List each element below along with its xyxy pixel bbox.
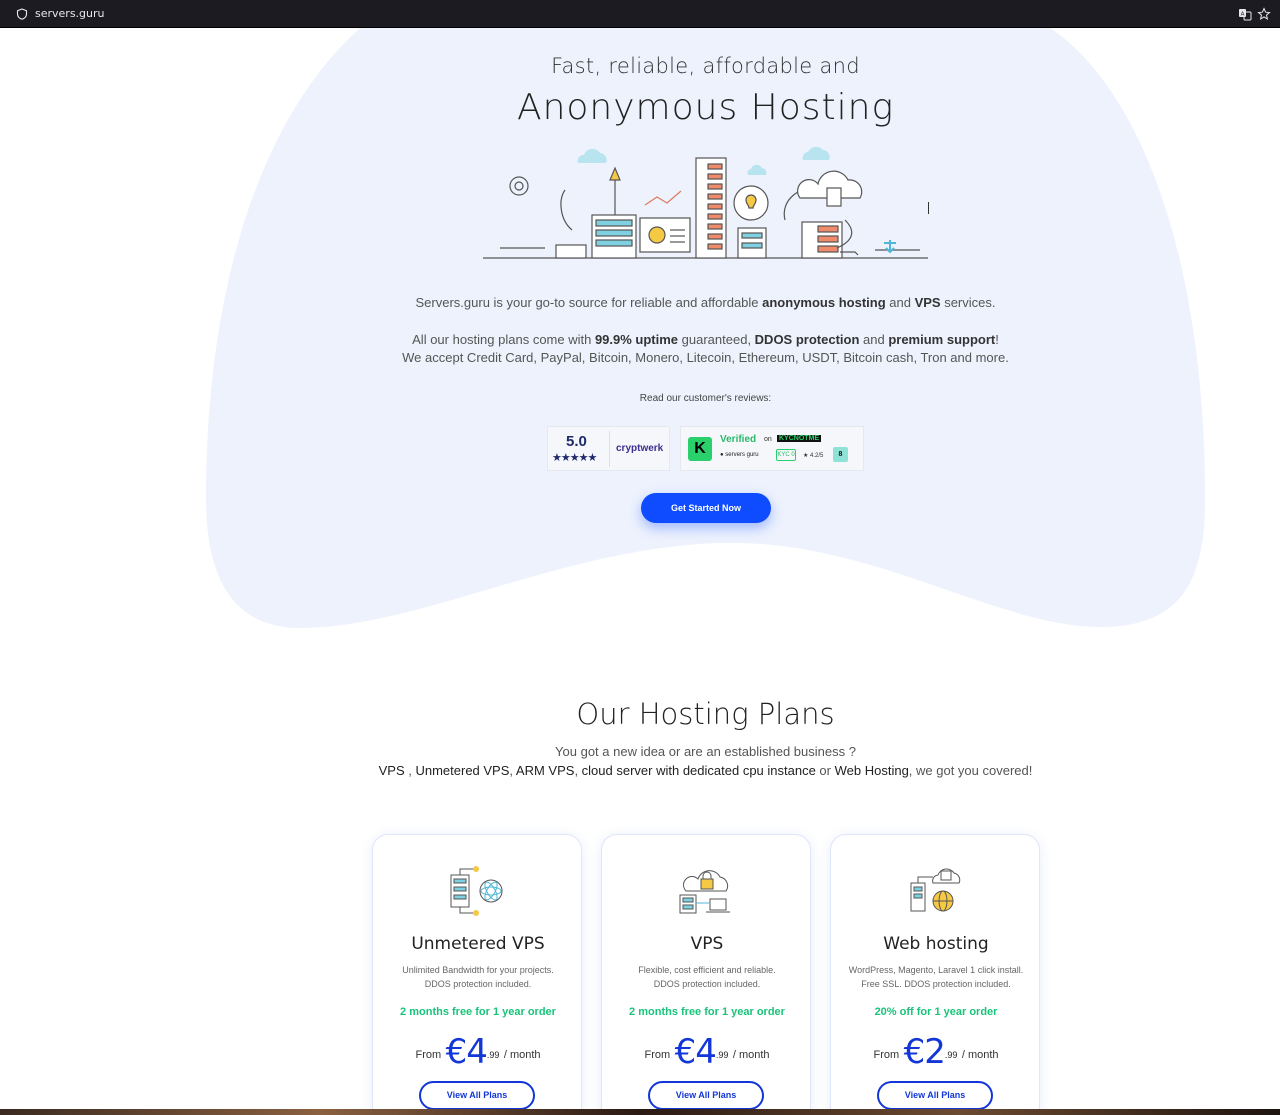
verified-label: Verified xyxy=(720,434,757,445)
features-text-part: and xyxy=(859,332,889,347)
plan-description-line: WordPress, Magento, Laravel 1 click inst… xyxy=(848,965,1024,975)
intro-text-part: services. xyxy=(940,295,996,310)
features-text-part: All our hosting plans come with xyxy=(412,332,595,347)
price-from-label: From xyxy=(644,1049,671,1061)
anonymous-hosting-link[interactable]: anonymous hosting xyxy=(762,295,886,310)
vps-link[interactable]: VPS xyxy=(915,295,941,310)
web-hosting-link[interactable]: Web Hosting xyxy=(835,763,909,778)
view-all-plans-button[interactable]: View All Plans xyxy=(648,1081,764,1110)
plan-card-web-hosting: Web hosting WordPress, Magento, Laravel … xyxy=(830,834,1040,1115)
server-atom-icon xyxy=(450,866,503,916)
uptime-highlight: 99.9% uptime xyxy=(594,332,679,347)
price-period: / month xyxy=(732,1049,770,1061)
plan-price: From €4.99 / month xyxy=(602,1032,812,1072)
bookmark-star-icon[interactable] xyxy=(1257,7,1271,21)
rating-stars-icon: ★★★★★ xyxy=(552,452,597,464)
features-text-part: guaranteed, xyxy=(678,332,755,347)
plans-subtitle: You got a new idea or are an established… xyxy=(555,744,856,759)
plan-card-unmetered-vps: Unmetered VPS Unlimited Bandwidth for yo… xyxy=(372,834,582,1115)
view-all-plans-button[interactable]: View All Plans xyxy=(877,1081,993,1110)
browser-toolbar: servers.guru A xyxy=(0,0,1280,28)
badge-divider xyxy=(609,431,610,467)
payment-methods-text: We accept Credit Card, PayPal, Bitcoin, … xyxy=(402,350,1009,365)
svg-text:A: A xyxy=(1241,11,1245,17)
ddos-highlight: DDOS protection xyxy=(754,332,860,347)
plans-title: Our Hosting Plans xyxy=(576,697,835,731)
on-label: on xyxy=(764,436,772,443)
plans-text-part: or xyxy=(815,763,835,778)
unmetered-vps-link[interactable]: Unmetered VPS xyxy=(415,763,509,778)
plan-card-vps: VPS Flexible, cost efficient and reliabl… xyxy=(601,834,811,1115)
reviews-label: Read our customer's reviews: xyxy=(639,393,772,404)
price-cents: .99 xyxy=(486,1050,500,1060)
support-highlight: premium support xyxy=(888,332,996,347)
price-period: / month xyxy=(503,1049,541,1061)
plan-description-line: Unlimited Bandwidth for your projects. xyxy=(402,965,554,975)
cryptwerk-logo: cryptwerk xyxy=(616,443,664,454)
plan-promo: 2 months free for 1 year order xyxy=(629,1006,785,1018)
plan-promo: 20% off for 1 year order xyxy=(874,1006,998,1018)
plan-name: Unmetered VPS xyxy=(411,934,545,954)
price-amount: €4 xyxy=(445,1032,488,1072)
globe-server-icon xyxy=(910,868,961,912)
plan-description: WordPress, Magento, Laravel 1 click inst… xyxy=(831,963,1041,991)
text-cursor xyxy=(928,202,929,214)
hero-intro-text: Servers.guru is your go-to source for re… xyxy=(0,295,1280,310)
arm-vps-link[interactable]: ARM VPS xyxy=(516,763,575,778)
hero-features-text: All our hosting plans come with 99.9% up… xyxy=(0,332,1280,347)
plans-links-text: VPS , Unmetered VPS, ARM VPS, cloud serv… xyxy=(0,763,1280,778)
plan-price: From €2.99 / month xyxy=(831,1032,1041,1072)
hero-subtitle: Fast, reliable, affordable and xyxy=(551,54,860,78)
plans-text-part: , we got you covered! xyxy=(908,763,1033,778)
site-name: ● servers guru xyxy=(720,452,759,458)
plans-text-part: , xyxy=(574,763,582,778)
shield-icon[interactable] xyxy=(16,8,28,20)
server-infrastructure-illustration xyxy=(483,146,928,259)
price-amount: €4 xyxy=(674,1032,717,1072)
cryptwerk-score: 5.0 xyxy=(566,433,587,450)
cloud-lock-icon xyxy=(679,870,730,914)
vps-plan-link[interactable]: VPS xyxy=(379,763,405,778)
price-cents: .99 xyxy=(715,1050,729,1060)
address-bar-url[interactable]: servers.guru xyxy=(35,7,105,20)
intro-text-part: Servers.guru is your go-to source for re… xyxy=(415,295,763,310)
hero-title: Anonymous Hosting xyxy=(516,87,895,128)
plan-description-line: Flexible, cost efficient and reliable. xyxy=(638,965,776,975)
plan-description: Flexible, cost efficient and reliable. D… xyxy=(602,963,812,991)
kycnotme-wordmark: KYCNOTME xyxy=(777,435,822,442)
kycnotme-logo-icon: K xyxy=(688,437,712,461)
price-from-label: From xyxy=(873,1049,900,1061)
intro-text-part: and xyxy=(885,295,915,310)
kycnotme-review-badge[interactable]: K Verified on KYCNOTME ● servers guru KY… xyxy=(680,426,864,471)
kyc-rating: ★ 4.2/5 xyxy=(803,453,824,459)
plan-name: VPS xyxy=(690,934,724,954)
plan-description-line: Free SSL. DDOS protection included. xyxy=(861,979,1011,989)
plan-name: Web hosting xyxy=(883,934,989,954)
translate-icon[interactable]: A xyxy=(1238,7,1252,21)
plan-description: Unlimited Bandwidth for your projects. D… xyxy=(373,963,583,991)
cryptwerk-review-badge[interactable]: 5.0 ★★★★★ cryptwerk xyxy=(547,426,670,471)
get-started-button[interactable]: Get Started Now xyxy=(641,493,771,523)
price-period: / month xyxy=(961,1049,999,1061)
price-cents: .99 xyxy=(944,1050,958,1060)
plan-price: From €4.99 / month xyxy=(373,1032,583,1072)
plans-text-part: , xyxy=(404,763,416,778)
view-all-plans-button[interactable]: View All Plans xyxy=(419,1081,535,1110)
price-from-label: From xyxy=(415,1049,442,1061)
plan-description-line: DDOS protection included. xyxy=(424,979,532,989)
plan-description-line: DDOS protection included. xyxy=(653,979,761,989)
dedicated-cpu-link[interactable]: cloud server with dedicated cpu instance xyxy=(582,763,816,778)
price-amount: €2 xyxy=(903,1032,946,1072)
kyc-score: 8 xyxy=(833,447,848,462)
desktop-wallpaper-strip xyxy=(0,1109,1280,1115)
kyc-level-pill: KYC 0 xyxy=(776,449,796,461)
plan-promo: 2 months free for 1 year order xyxy=(400,1006,556,1018)
features-text-part: ! xyxy=(995,332,999,347)
